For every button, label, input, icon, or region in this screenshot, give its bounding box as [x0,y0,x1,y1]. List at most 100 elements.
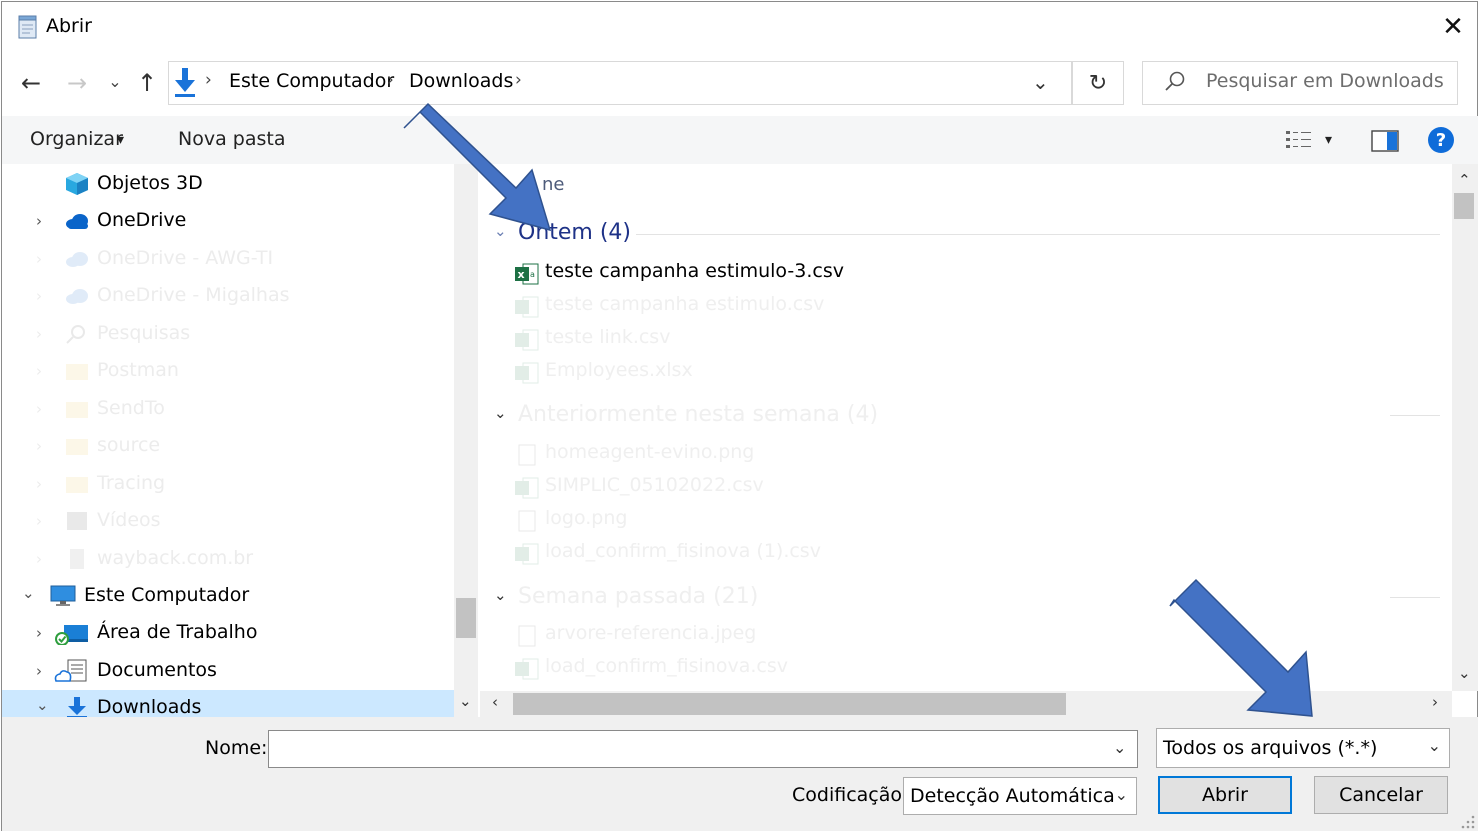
navigation-scroll-down-icon[interactable]: ⌄ [459,692,472,710]
scroll-left-icon[interactable]: › [492,693,498,711]
file-list: ne ⌄ Ontem (4) xa teste campanha estimul… [480,164,1452,691]
group-header-anteriormente[interactable]: Anteriormente nesta semana (4) [518,402,878,427]
group-chevron-icon[interactable]: ⌄ [494,404,507,422]
sidebar-item-videos[interactable]: › Vídeos [2,503,454,540]
file-item[interactable]: xa teste campanha estimulo-3.csv [514,258,1114,291]
sidebar-item-objetos-3d[interactable]: Objetos 3D [2,166,454,203]
sidebar-item-onedrive[interactable]: › OneDrive [2,203,454,240]
sidebar-item-pesquisas[interactable]: › Pesquisas [2,316,454,353]
breadcrumb-separator[interactable]: › [515,70,522,90]
address-dropdown-icon[interactable]: ⌄ [1032,70,1049,94]
sidebar-item-tracing[interactable]: › Tracing [2,466,454,503]
file-item[interactable]: load_confirm_fisinova.csv [514,653,1114,686]
file-item[interactable]: teste campanha estimulo.csv [514,291,1114,324]
organize-button[interactable]: Organizar [30,128,123,150]
chevron-right-icon[interactable]: › [36,550,42,568]
file-item[interactable]: arvore-referencia.jpeg [514,620,1114,653]
group-chevron-icon[interactable]: ⌄ [494,222,507,240]
file-item[interactable]: teste link.csv [514,324,1114,357]
breadcrumb-downloads[interactable]: Downloads [409,70,513,92]
group-header-ontem[interactable]: Ontem (4) [518,220,631,245]
sidebar-item-area-de-trabalho[interactable]: › Área de Trabalho [2,615,454,652]
chevron-down-icon[interactable]: ⌄ [36,696,49,714]
group-divider [636,234,1440,235]
refresh-icon[interactable]: ↻ [1072,61,1124,105]
chevron-down-icon[interactable]: ⌄ [22,584,35,602]
scroll-right-icon[interactable]: › [1432,693,1438,711]
scroll-down-icon[interactable]: ⌄ [1458,664,1471,682]
up-icon[interactable]: ↑ [132,68,162,98]
excel-csv-icon [515,543,539,565]
chevron-right-icon[interactable]: › [36,512,42,530]
chevron-right-icon[interactable]: › [36,662,42,680]
resize-grip-icon[interactable] [1458,812,1476,830]
file-name-input[interactable] [268,730,1138,768]
file-icon [70,549,84,569]
file-list-horizontal-scrollbar-thumb[interactable] [513,693,1066,715]
sidebar-item-label: OneDrive [97,209,187,231]
image-file-icon [518,625,536,647]
view-caret-icon[interactable]: ▾ [1325,132,1332,148]
navigation-scrollbar-thumb[interactable] [456,598,476,638]
forward-icon[interactable]: → [62,68,92,98]
encoding-label: Codificação: [792,784,909,806]
sidebar-item-label: Documentos [97,659,217,681]
encoding-select[interactable]: Detecção Automática ⌄ [903,777,1137,815]
breadcrumb-separator: › [205,70,212,90]
group-chevron-icon[interactable]: ⌄ [494,586,507,604]
file-name: teste campanha estimulo-3.csv [545,260,844,282]
new-folder-button[interactable]: Nova pasta [178,128,285,150]
breadcrumb-este-computador[interactable]: Este Computador [229,70,394,92]
file-item[interactable]: Employees.xlsx [514,357,1114,390]
excel-csv-icon [515,658,539,680]
sidebar-item-downloads[interactable]: ⌄ Downloads [2,690,454,717]
sidebar-item-source[interactable]: › source [2,428,454,465]
chevron-right-icon[interactable]: › [36,287,42,305]
folder-icon [66,364,88,380]
chevron-right-icon[interactable]: › [36,624,42,642]
chevron-right-icon[interactable]: › [36,362,42,380]
file-name: homeagent-evino.png [545,441,755,463]
file-item[interactable]: SIMPLIC_05102022.csv [514,472,1114,505]
file-list-vertical-scrollbar-thumb[interactable] [1454,193,1474,219]
chevron-right-icon[interactable]: › [36,325,42,343]
file-item[interactable]: homeagent-evino.png [514,439,1114,472]
sidebar-item-postman[interactable]: › Postman [2,353,454,390]
view-options-icon[interactable] [1285,129,1313,151]
preview-pane-icon[interactable] [1371,130,1399,152]
chevron-right-icon[interactable]: › [36,212,42,230]
chevron-right-icon[interactable]: › [36,400,42,418]
close-icon[interactable]: ✕ [1436,10,1470,44]
download-icon [175,68,195,97]
back-icon[interactable]: ← [16,68,46,98]
column-header-name[interactable]: ne [542,174,564,195]
file-type-select[interactable]: Todos os arquivos (*.*) ⌄ [1156,728,1450,768]
sidebar-item-onedrive-migalhas[interactable]: › OneDrive - Migalhas [2,278,454,315]
sidebar-item-onedrive-awg-ti[interactable]: › OneDrive - AWG-TI [2,241,454,278]
chevron-right-icon[interactable]: › [36,437,42,455]
file-type-value: Todos os arquivos (*.*) [1163,737,1378,759]
file-item[interactable]: load_confirm_fisinova (1).csv [514,538,1114,571]
help-icon[interactable]: ? [1428,127,1454,153]
breadcrumb-separator: › [387,70,394,90]
cancel-button[interactable]: Cancelar [1314,776,1448,814]
image-file-icon [518,510,536,532]
file-name-dropdown-icon[interactable]: ⌄ [1113,738,1126,757]
desktop-icon [55,625,88,645]
file-name: teste campanha estimulo.csv [545,293,825,315]
organize-caret-icon[interactable]: ▾ [117,132,124,148]
group-divider [1390,415,1440,416]
file-list-vertical-scrollbar[interactable] [1452,164,1478,691]
open-button[interactable]: Abrir [1158,776,1292,814]
sidebar-item-sendto[interactable]: › SendTo [2,391,454,428]
chevron-right-icon[interactable]: › [36,250,42,268]
recent-locations-icon[interactable]: ⌄ [100,66,130,96]
chevron-right-icon[interactable]: › [36,475,42,493]
sidebar-item-documentos[interactable]: › Documentos [2,653,454,690]
scroll-up-icon[interactable]: ⌄ [1458,170,1471,188]
excel-csv-icon [515,296,539,318]
group-header-semana-passada[interactable]: Semana passada (21) [518,584,758,609]
sidebar-item-wayback[interactable]: › wayback.com.br [2,541,454,578]
sidebar-item-este-computador[interactable]: ⌄ Este Computador [2,578,454,615]
file-item[interactable]: logo.png [514,505,1114,538]
